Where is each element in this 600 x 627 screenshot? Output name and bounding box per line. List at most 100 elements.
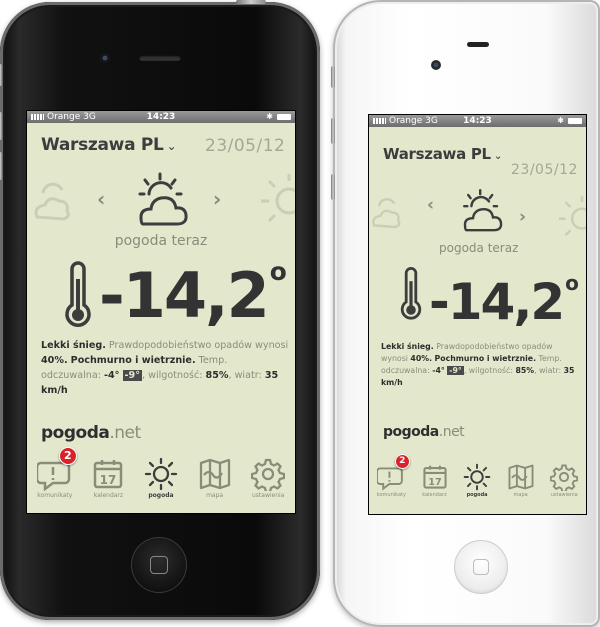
partly-cloudy-icon (463, 189, 503, 232)
partly-cloudy-icon (138, 172, 188, 226)
tab-bar: 2 komunikaty 17 kalendarz pogoda mapa us… (369, 454, 586, 498)
volume-down-button (331, 174, 335, 200)
desc-wind-summary: Pochmurno i wietrznie. (70, 354, 196, 366)
notification-badge: 2 (58, 447, 77, 465)
status-time: 14:23 (146, 112, 176, 122)
sun-icon (144, 457, 178, 491)
date-label: 23/05/12 (511, 162, 578, 178)
city-selector[interactable]: Warszawa PL ⌄ (383, 145, 503, 163)
tab-kalendarz[interactable]: 17 kalendarz (92, 457, 124, 499)
prev-cloudy-icon (372, 197, 401, 229)
app-screen-white: Orange 3G 14:23 ✱ Warszawa PL ⌄ 23/05/12 … (369, 115, 586, 514)
date-label: 23/05/12 (205, 136, 286, 156)
desc-feels-value: -4° (432, 366, 445, 376)
desc-wind-summary: Pochmurno i wietrznie. (434, 354, 537, 364)
bluetooth-icon: ✱ (557, 116, 564, 125)
temperature-value: -14,2 (429, 273, 565, 331)
desc-precip-text: Prawdopodobieństwo opadów wynosi (108, 340, 289, 351)
calendar-icon: 17 (422, 465, 447, 489)
tab-label: pogoda (148, 492, 174, 499)
brand-logo: pogoda.net (41, 423, 141, 443)
app-screen: Orange 3G 14:23 ✱ Warszawa PL ⌄ 23/05/12 … (27, 111, 295, 513)
city-name: Warszawa PL (383, 145, 491, 163)
desc-feels-value: -4° (104, 369, 120, 381)
earpiece-speaker (467, 42, 489, 47)
gear-icon (251, 458, 286, 491)
tab-label: pogoda (466, 492, 488, 498)
desc-precip-value: 40%. (410, 354, 433, 364)
status-time: 14:23 (463, 116, 492, 126)
desc-humidity-value: 85% (205, 369, 229, 381)
tab-label: kalendarz (422, 492, 447, 498)
tab-komunikaty[interactable]: 2 komunikaty (376, 454, 410, 498)
desc-precip-value: 40%. (41, 354, 68, 366)
degree-symbol: o (565, 271, 579, 295)
next-arrow-button[interactable]: › (519, 207, 526, 227)
sun-icon (463, 463, 491, 491)
chevron-down-icon: ⌄ (166, 139, 177, 153)
calendar-day: 17 (100, 473, 117, 487)
battery-icon (568, 118, 582, 124)
power-button (236, 0, 266, 4)
desc-feels-alt: -9° (447, 366, 464, 376)
city-name: Warszawa PL (41, 135, 164, 155)
current-temperature: -14,2o (429, 271, 579, 331)
phone-black: Orange 3G 14:23 ✱ Warszawa PL ⌄ 23/05/12 … (0, 0, 320, 620)
next-sun-icon (558, 196, 586, 237)
desc-feels-alt: -9° (122, 369, 142, 381)
tab-mapa[interactable]: mapa (198, 457, 232, 499)
brand-logo: pogoda.net (383, 424, 465, 440)
mute-switch (0, 64, 2, 86)
thermometer-icon (65, 261, 91, 327)
tab-pogoda[interactable]: pogoda (463, 463, 491, 498)
weather-description: Lekki śnieg. Prawdopodobieństwo opadów w… (41, 339, 289, 398)
desc-wind-label: , wiatr: (228, 369, 262, 381)
weather-description: Lekki śnieg. Prawdopodobieństwo opadów w… (381, 341, 581, 389)
volume-up-button (331, 118, 335, 144)
tab-label: komunikaty (37, 492, 73, 499)
desc-humidity-label: , wilgotność: (142, 369, 203, 381)
next-sun-icon (261, 174, 295, 223)
tab-label: komunikaty (376, 492, 406, 498)
status-bar: Orange 3G 14:23 ✱ (27, 111, 295, 123)
tab-ustawienia[interactable]: ustawienia (550, 463, 579, 498)
current-temperature: -14,2o (99, 256, 287, 332)
desc-summary: Lekki śnieg. (41, 340, 106, 351)
tab-label: mapa (513, 492, 528, 498)
next-arrow-button[interactable]: › (213, 187, 221, 211)
volume-down-button (0, 152, 2, 180)
volume-up-button (0, 112, 2, 140)
prev-arrow-button[interactable]: ‹ (427, 195, 434, 215)
tab-pogoda[interactable]: pogoda (144, 457, 178, 499)
tab-bar: 2 komunikaty 17 kalendarz pogoda mapa us… (27, 447, 295, 499)
calendar-day: 17 (428, 477, 442, 488)
earpiece-speaker (139, 55, 181, 61)
tab-kalendarz[interactable]: 17 kalendarz (422, 463, 448, 498)
tab-komunikaty[interactable]: 2 komunikaty (36, 447, 77, 499)
desc-wind-label: , wiatr: (534, 366, 562, 376)
desc-humidity-label: , wilgotność: (463, 366, 513, 376)
bluetooth-icon: ✱ (266, 112, 273, 121)
map-icon (508, 464, 534, 490)
brand-suffix: .net (109, 423, 141, 443)
tab-ustawienia[interactable]: ustawienia (251, 457, 286, 499)
battery-icon (277, 114, 291, 120)
current-label: pogoda teraz (114, 233, 208, 249)
temperature-value: -14,2 (99, 259, 270, 332)
prev-arrow-button[interactable]: ‹ (97, 187, 105, 211)
tab-mapa[interactable]: mapa (507, 463, 535, 498)
brand-name: pogoda (383, 424, 439, 440)
brand-name: pogoda (41, 423, 110, 443)
prev-cloudy-icon (34, 182, 70, 221)
city-selector[interactable]: Warszawa PL ⌄ (41, 135, 177, 155)
tab-label: ustawienia (550, 492, 578, 498)
front-camera (100, 53, 110, 63)
home-square-icon (150, 556, 168, 574)
status-bar: Orange 3G 14:23 ✱ (369, 115, 586, 127)
notification-badge: 2 (394, 454, 410, 469)
degree-symbol: o (269, 256, 287, 286)
tab-label: kalendarz (93, 492, 124, 499)
tab-label: mapa (206, 492, 224, 499)
thermometer-icon (400, 267, 422, 320)
brand-suffix: .net (438, 424, 465, 440)
